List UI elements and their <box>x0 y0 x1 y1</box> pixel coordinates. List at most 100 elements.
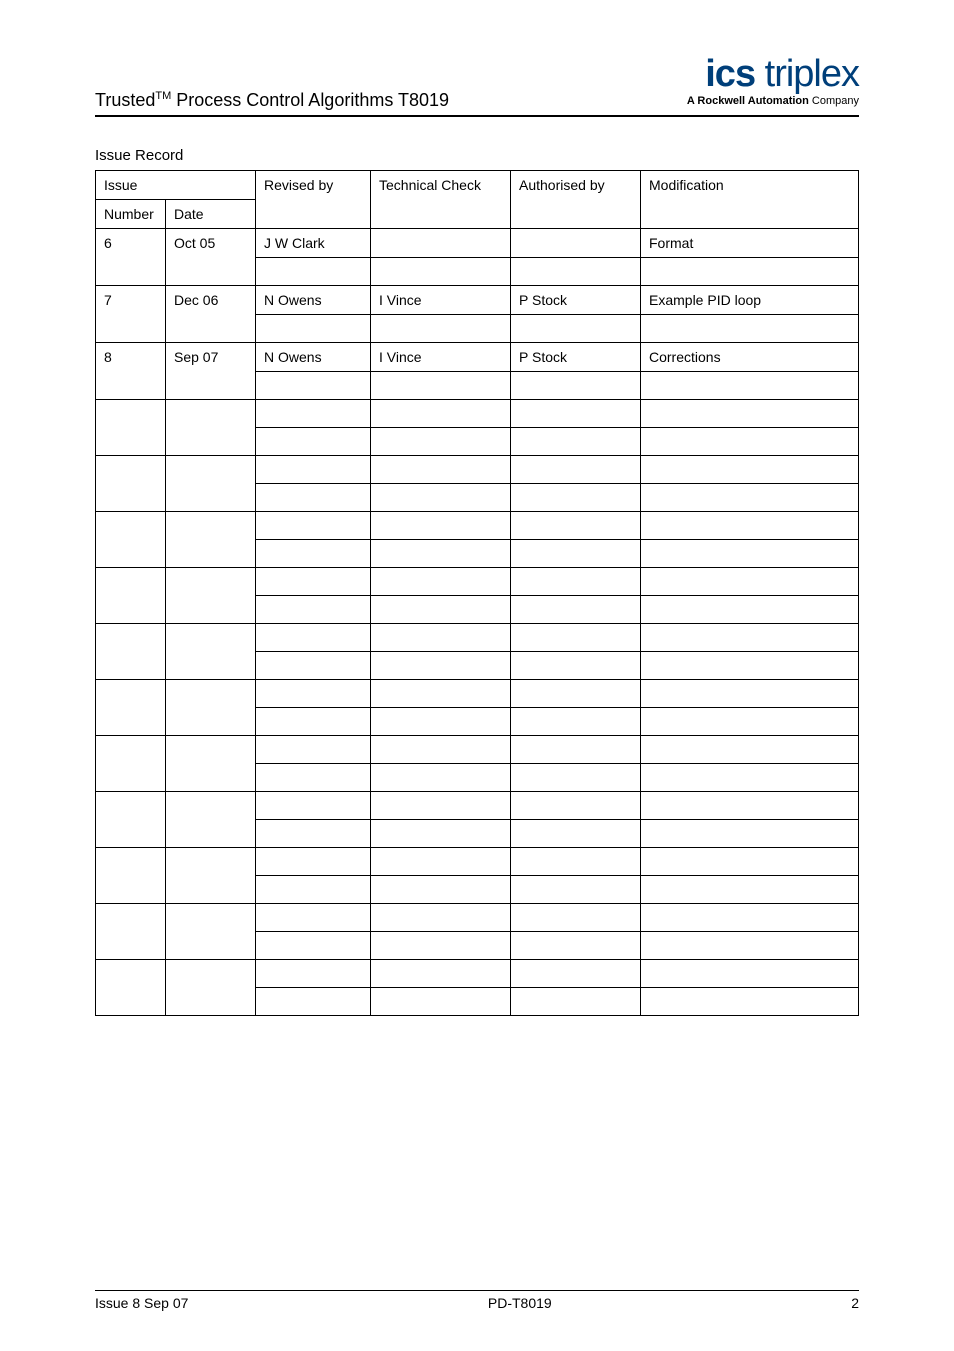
cell-empty <box>256 258 371 286</box>
cell-empty <box>256 428 371 456</box>
cell-tech <box>371 680 511 708</box>
logo-ics: ics <box>705 53 755 95</box>
cell-empty <box>641 596 859 624</box>
cell-date <box>166 512 256 568</box>
cell-empty <box>256 484 371 512</box>
cell-auth <box>511 456 641 484</box>
cell-empty <box>511 428 641 456</box>
cell-empty <box>371 652 511 680</box>
cell-empty <box>256 876 371 904</box>
cell-empty <box>256 540 371 568</box>
cell-tech <box>371 568 511 596</box>
cell-empty <box>641 372 859 400</box>
table-row <box>96 568 859 596</box>
issue-group-header: Issue <box>96 171 256 200</box>
tagline-rest: Company <box>812 95 859 107</box>
column-header-date: Date <box>166 200 256 229</box>
table-row <box>96 792 859 820</box>
table-row <box>96 736 859 764</box>
cell-auth <box>511 848 641 876</box>
cell-auth <box>511 400 641 428</box>
cell-empty <box>256 708 371 736</box>
logo-text: ics triplex <box>687 55 859 93</box>
cell-empty <box>641 484 859 512</box>
cell-number <box>96 512 166 568</box>
cell-empty <box>371 315 511 343</box>
cell-date <box>166 568 256 624</box>
title-suffix: Process Control Algorithms T8019 <box>171 90 449 110</box>
cell-mod <box>641 456 859 484</box>
cell-number: 6 <box>96 229 166 286</box>
cell-mod: Format <box>641 229 859 258</box>
logo-tagline: A Rockwell Automation Company <box>687 95 859 107</box>
cell-auth <box>511 229 641 258</box>
cell-number <box>96 736 166 792</box>
cell-empty <box>511 820 641 848</box>
cell-empty <box>511 652 641 680</box>
cell-tech <box>371 512 511 540</box>
cell-empty <box>511 932 641 960</box>
cell-revised <box>256 512 371 540</box>
cell-revised: N Owens <box>256 343 371 372</box>
cell-number <box>96 456 166 512</box>
cell-number <box>96 960 166 1016</box>
cell-empty <box>371 708 511 736</box>
cell-mod <box>641 680 859 708</box>
cell-date <box>166 680 256 736</box>
cell-auth <box>511 960 641 988</box>
cell-empty <box>641 315 859 343</box>
cell-number <box>96 680 166 736</box>
cell-mod <box>641 400 859 428</box>
cell-date: Dec 06 <box>166 286 256 343</box>
table-row <box>96 456 859 484</box>
cell-mod <box>641 848 859 876</box>
cell-empty <box>511 596 641 624</box>
cell-tech <box>371 960 511 988</box>
cell-revised <box>256 960 371 988</box>
cell-auth <box>511 624 641 652</box>
cell-date <box>166 736 256 792</box>
cell-empty <box>371 876 511 904</box>
cell-number <box>96 904 166 960</box>
table-row <box>96 960 859 988</box>
cell-empty <box>641 258 859 286</box>
cell-tech <box>371 792 511 820</box>
cell-tech <box>371 736 511 764</box>
cell-empty <box>256 988 371 1016</box>
cell-auth: P Stock <box>511 286 641 315</box>
logo-block: ics triplex A Rockwell Automation Compan… <box>687 55 859 107</box>
cell-empty <box>641 652 859 680</box>
column-header-number: Number <box>96 200 166 229</box>
cell-empty <box>256 315 371 343</box>
cell-revised <box>256 736 371 764</box>
logo-triplex: triplex <box>755 53 859 95</box>
cell-revised: J W Clark <box>256 229 371 258</box>
cell-revised <box>256 456 371 484</box>
cell-date <box>166 960 256 1016</box>
column-header-tech: Technical Check <box>371 171 511 229</box>
cell-mod: Corrections <box>641 343 859 372</box>
cell-tech <box>371 904 511 932</box>
cell-revised <box>256 848 371 876</box>
cell-number <box>96 400 166 456</box>
cell-mod <box>641 904 859 932</box>
cell-empty <box>371 540 511 568</box>
cell-empty <box>371 988 511 1016</box>
cell-tech: I Vince <box>371 286 511 315</box>
cell-revised <box>256 904 371 932</box>
cell-mod <box>641 736 859 764</box>
cell-mod <box>641 512 859 540</box>
cell-empty <box>641 932 859 960</box>
table-group-header-row: Issue Revised by Technical Check Authori… <box>96 171 859 200</box>
cell-empty <box>511 540 641 568</box>
cell-empty <box>256 372 371 400</box>
cell-empty <box>641 764 859 792</box>
cell-auth: P Stock <box>511 343 641 372</box>
cell-empty <box>511 484 641 512</box>
cell-revised <box>256 624 371 652</box>
cell-empty <box>256 596 371 624</box>
cell-tech: I Vince <box>371 343 511 372</box>
cell-tech <box>371 848 511 876</box>
table-row <box>96 624 859 652</box>
cell-empty <box>641 876 859 904</box>
